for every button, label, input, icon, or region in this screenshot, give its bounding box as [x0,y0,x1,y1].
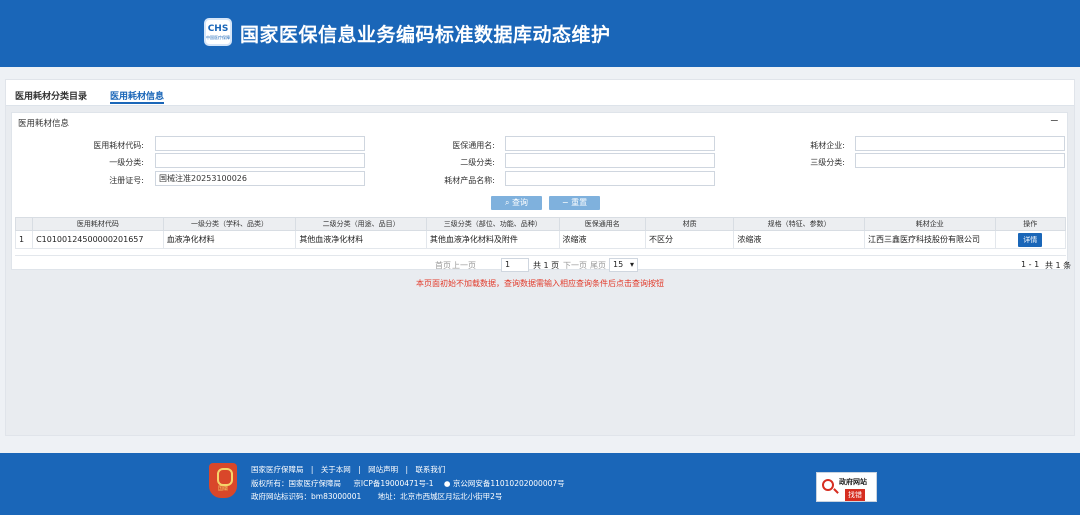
minus-icon: − [561,198,569,207]
cell-company: 江西三鑫医疗科技股份有限公司 [863,230,996,249]
level3-input[interactable] [855,153,1065,168]
code-label: 医用耗材代码: [93,141,144,150]
level3-label: 三级分类: [810,158,845,167]
code-input[interactable] [155,136,365,151]
tab-consumable-info[interactable]: 医用耗材信息 [110,89,165,104]
record-range: 1 - 1 [1021,260,1040,269]
cell-code: C10100124500000201657 [32,230,164,249]
last-page-link[interactable]: 尾页 [590,260,606,271]
cell-index: 1 [14,230,34,249]
query-button-label: 查询 [512,198,529,207]
site-title: 国家医保信息业务编码标准数据库动态维护 [240,24,611,46]
col-general-name: 医保通用名 [558,217,646,231]
footer-link-contact[interactable]: 联系我们 [415,465,445,474]
copyright-text: 版权所有：国家医疗保障局 [251,479,341,488]
notice-text: 本页面初始不加载数据，查询数据需输入相应查询条件后点击查询按钮 [416,279,664,288]
site-header: CHS 中国医疗保障 国家医保信息业务编码标准数据库动态维护 [0,0,1080,67]
table-header-row: 医用耗材代码 一级分类（学科、品类） 二级分类（用途、品目） 三级分类（部位、功… [14,217,1067,231]
col-index [14,217,34,231]
badge-title: 政府网站 [839,478,867,486]
footer-link-statement[interactable]: 网站声明 [368,465,398,474]
footer-address-line: 政府网站标识码：bm83000001 地址：北京市西城区月坛北小街甲2号 [251,491,502,502]
page-number-input[interactable]: 1 [501,258,529,272]
logo-subtext: 中国医疗保障 [206,35,230,40]
detail-button[interactable]: 详情 [1018,232,1043,247]
cell-material: 不区分 [644,230,735,249]
emblem-icon: 国徽 [209,463,237,498]
chs-logo: CHS 中国医疗保障 [204,18,232,46]
general-name-label: 医保通用名: [452,141,495,150]
police-badge-icon: ● [443,479,451,488]
prev-page-link[interactable]: 上一页 [452,260,476,271]
level1-input[interactable] [155,153,365,168]
footer-copyright-line: 版权所有：国家医疗保障局 京ICP备19000471号-1 ● 京公网安备110… [251,478,565,489]
address-text: 地址：北京市西城区月坛北小街甲2号 [377,492,503,501]
page-size-value: 15 [613,260,624,269]
site-footer: 国徽 国家医疗保障局 | 关于本网 | 网站声明 | 联系我们 版权所有：国家医… [0,453,1080,515]
footer-link-about[interactable]: 关于本网 [321,465,351,474]
police-link[interactable]: 京公网安备11010202000007号 [453,479,565,488]
collapse-icon[interactable]: − [1050,114,1059,127]
search-icon: ⌕ [504,198,510,207]
col-code: 医用耗材代码 [32,217,164,231]
reset-button[interactable]: − 重置 [549,196,600,210]
col-company: 耗材企业 [863,217,996,231]
search-panel: 医用耗材信息 − 医用耗材代码: 医保通用名: 耗材企业: 一级分类: 二级分类… [11,112,1071,273]
product-name-input[interactable] [505,171,715,186]
pagination: 首页 上一页 1 共 1 页 下一页 尾页 15 ▾ 1 - 1 共 1 条 [15,255,1071,273]
level2-input[interactable] [505,153,715,168]
site-code-text: 政府网站标识码：bm83000001 [251,492,362,501]
cell-general-name: 浓缩液 [558,230,646,249]
col-spec: 规格（特征、参数） [733,217,865,231]
product-name-label: 耗材产品名称: [444,176,495,185]
level1-label: 一级分类: [109,158,144,167]
table-row[interactable]: 1 C10100124500000201657 血液净化材料 其他血液净化材料 … [14,230,1067,249]
gov-site-badge[interactable]: 政府网站 找错 [816,472,877,502]
level2-label: 二级分类: [460,158,495,167]
first-page-link[interactable]: 首页 [435,260,451,271]
reg-number-input[interactable]: 国械注准20253100026 [155,171,365,186]
cell-spec: 浓缩液 [733,230,865,249]
page-size-select[interactable]: 15 ▾ [609,258,638,272]
badge-subtitle: 找错 [845,489,865,501]
col-level3: 三级分类（部位、功能、品种） [425,217,560,231]
col-material: 材质 [644,217,735,231]
total-pages: 共 1 页 [533,261,560,270]
tab-bar: 医用耗材分类目录 医用耗材信息 [6,80,1074,106]
general-name-input[interactable] [505,136,715,151]
col-action: 操作 [994,217,1067,231]
logo-text: CHS [207,24,229,34]
col-level2: 二级分类（用途、品目） [295,217,427,231]
cell-action: 详情 [994,230,1067,249]
icp-link[interactable]: 京ICP备19000471号-1 [353,479,433,488]
cell-level1: 血液净化材料 [162,230,297,249]
magnifier-icon [822,479,834,491]
record-total: 共 1 条 [1045,261,1072,270]
reg-number-label: 注册证号: [109,176,144,185]
chevron-down-icon: ▾ [630,260,635,269]
tab-consumable-catalog[interactable]: 医用耗材分类目录 [15,89,87,102]
query-button[interactable]: ⌕ 查询 [491,196,542,210]
footer-links: 国家医疗保障局 | 关于本网 | 网站声明 | 联系我们 [251,465,446,474]
next-page-link[interactable]: 下一页 [563,260,587,271]
reset-button-label: 重置 [571,198,588,207]
company-label: 耗材企业: [810,141,845,150]
cell-level3: 其他血液净化材料及附件 [425,230,560,249]
company-input[interactable] [855,136,1065,151]
cell-level2: 其他血液净化材料 [295,230,427,249]
panel-title: 医用耗材信息 [18,119,70,129]
results-table: 医用耗材代码 一级分类（学科、品类） 二级分类（用途、品目） 三级分类（部位、功… [14,217,1067,249]
col-level1: 一级分类（学科、品类） [162,217,297,231]
main-content: 医用耗材分类目录 医用耗材信息 医用耗材信息 − 医用耗材代码: 医保通用名: … [5,79,1075,436]
footer-link-nhsa[interactable]: 国家医疗保障局 [251,465,304,474]
